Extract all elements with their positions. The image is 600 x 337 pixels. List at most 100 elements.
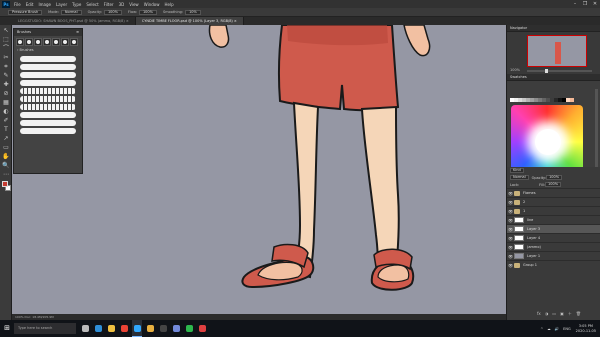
layer-opacity-input[interactable]: 100% [546, 175, 563, 180]
language-indicator[interactable]: ENG [563, 327, 571, 331]
brush-stroke-preview[interactable] [20, 80, 76, 86]
brush-tip[interactable] [70, 38, 78, 46]
lasso-tool-icon[interactable]: ⌒ [2, 45, 10, 52]
fx-icon[interactable]: fx [537, 311, 541, 317]
pen-tool-icon[interactable]: ✐ [2, 117, 10, 124]
visibility-eye-icon[interactable]: 👁 [507, 263, 514, 268]
layer-row[interactable]: 👁 Layer 3 [507, 224, 600, 233]
healing-tool-icon[interactable]: ✚ [2, 81, 10, 88]
layer-fill-input[interactable]: 100% [545, 182, 562, 187]
layer-row[interactable]: 👁 Group 1 [507, 260, 600, 269]
adjustment-icon[interactable]: ◑ [545, 311, 549, 317]
visibility-eye-icon[interactable]: 👁 [507, 245, 514, 250]
layer-row[interactable]: 👁 2 [507, 197, 600, 206]
maximize-button[interactable]: ❐ [580, 0, 590, 8]
layer-row[interactable]: 👁 Layer 4 [507, 233, 600, 242]
mode-dropdown[interactable]: Normal [60, 9, 82, 15]
brush-tip[interactable] [34, 38, 42, 46]
smoothing-input[interactable]: 10% [185, 9, 201, 15]
navigator-zoom-value[interactable]: 100% [510, 68, 520, 72]
layer-kind-filter[interactable]: Kind [510, 168, 524, 173]
layer-row[interactable]: 👁 1 [507, 206, 600, 215]
swatches-scrollbar[interactable] [595, 89, 598, 177]
tray-overflow-icon[interactable]: ^ [540, 327, 543, 331]
brush-preset-picker[interactable]: Pressure Brush [6, 9, 43, 15]
menu-window[interactable]: Window [144, 2, 160, 7]
menu-layer[interactable]: Layer [56, 2, 67, 7]
flow-input[interactable]: 100% [138, 9, 157, 15]
marquee-tool-icon[interactable]: ⬚ [2, 36, 10, 43]
shape-tool-icon[interactable]: ▭ [2, 144, 10, 151]
brush-tip[interactable] [16, 38, 24, 46]
mask-icon[interactable]: ▭ [552, 311, 556, 317]
path-select-tool-icon[interactable]: ↗ [2, 135, 10, 142]
visibility-eye-icon[interactable]: 👁 [507, 254, 514, 259]
menu-image[interactable]: Image [38, 2, 51, 7]
task-view-taskbar-icon[interactable] [80, 320, 90, 337]
type-tool-icon[interactable]: T [2, 126, 10, 133]
foreground-color-swatch[interactable] [2, 181, 8, 187]
brush-stroke-preview[interactable] [20, 112, 76, 118]
app-green-taskbar-icon[interactable] [184, 320, 194, 337]
crop-tool-icon[interactable]: ✂ [2, 54, 10, 61]
blend-mode-dropdown[interactable]: Normal [510, 175, 529, 180]
files-taskbar-icon[interactable] [145, 320, 155, 337]
menu-help[interactable]: Help [164, 2, 173, 7]
brush-stroke-preview[interactable] [20, 56, 76, 62]
minimize-button[interactable]: – [570, 0, 580, 8]
visibility-eye-icon[interactable]: 👁 [507, 218, 514, 223]
brush-tool-icon[interactable]: ✎ [2, 72, 10, 79]
brush-stroke-preview[interactable] [20, 88, 76, 94]
color-swatch[interactable] [570, 98, 574, 102]
edge-taskbar-icon[interactable] [93, 320, 103, 337]
visibility-eye-icon[interactable]: 👁 [507, 227, 514, 232]
menu-edit[interactable]: Edit [26, 2, 34, 7]
brush-stroke-preview[interactable] [20, 96, 76, 102]
new-layer-icon[interactable]: ＋ [568, 311, 572, 317]
menu-view[interactable]: View [129, 2, 139, 7]
brushes-panel-header[interactable]: Brushes ≡ [14, 29, 82, 36]
menu-file[interactable]: File [14, 2, 21, 7]
app-red-taskbar-icon[interactable] [197, 320, 207, 337]
navigator-panel-header[interactable]: Navigator [507, 25, 600, 32]
document-canvas[interactable] [12, 25, 506, 320]
brush-stroke-preview[interactable] [20, 64, 76, 70]
opacity-input[interactable]: 100% [103, 9, 122, 15]
layer-row[interactable]: 👁 Flames [507, 188, 600, 197]
dodge-tool-icon[interactable]: ◐ [2, 108, 10, 115]
group-icon[interactable]: ▣ [560, 311, 564, 317]
menu-type[interactable]: Type [72, 2, 81, 7]
brush-stroke-preview[interactable] [20, 104, 76, 110]
brush-tip[interactable] [61, 38, 69, 46]
menu-filter[interactable]: Filter [104, 2, 114, 7]
chrome-taskbar-icon[interactable] [119, 320, 129, 337]
eraser-tool-icon[interactable]: ⊘ [2, 90, 10, 97]
more-tools-icon[interactable]: ⋯ [2, 171, 10, 178]
slice-tool-icon[interactable]: ⌗ [2, 63, 10, 70]
panel-menu-icon[interactable]: ≡ [76, 29, 79, 36]
zoom-tool-icon[interactable]: 🔍 [2, 162, 10, 169]
brush-stroke-preview[interactable] [20, 128, 76, 134]
explorer-taskbar-icon[interactable] [106, 320, 116, 337]
visibility-eye-icon[interactable]: 👁 [507, 191, 514, 196]
brush-tip[interactable] [43, 38, 51, 46]
photoshop-taskbar-icon[interactable] [132, 320, 142, 337]
volume-icon[interactable]: 🔊 [555, 327, 559, 331]
trash-icon[interactable]: 🗑 [576, 311, 581, 317]
discord-taskbar-icon[interactable] [171, 320, 181, 337]
cloud-icon[interactable]: ☁ [547, 327, 551, 331]
menu-select[interactable]: Select [86, 2, 98, 7]
brush-stroke-preview[interactable] [20, 72, 76, 78]
layer-row[interactable]: 👁 line [507, 215, 600, 224]
navigator-zoom-slider[interactable] [527, 69, 592, 73]
gradient-tool-icon[interactable]: ▦ [2, 99, 10, 106]
hand-tool-icon[interactable]: ✋ [2, 153, 10, 160]
taskbar-clock[interactable]: 3:05 PM 2020-11-05 [576, 324, 596, 334]
layer-row[interactable]: 👁 Layer 1 [507, 251, 600, 260]
swatches-panel-header[interactable]: Swatches [507, 74, 600, 81]
close-button[interactable]: ✕ [590, 0, 600, 8]
brushes-folder-label[interactable]: › Brushes [14, 46, 82, 54]
navigator-thumbnail[interactable] [527, 35, 587, 67]
brush-tip[interactable] [25, 38, 33, 46]
start-button[interactable]: ⊞ [0, 320, 14, 337]
